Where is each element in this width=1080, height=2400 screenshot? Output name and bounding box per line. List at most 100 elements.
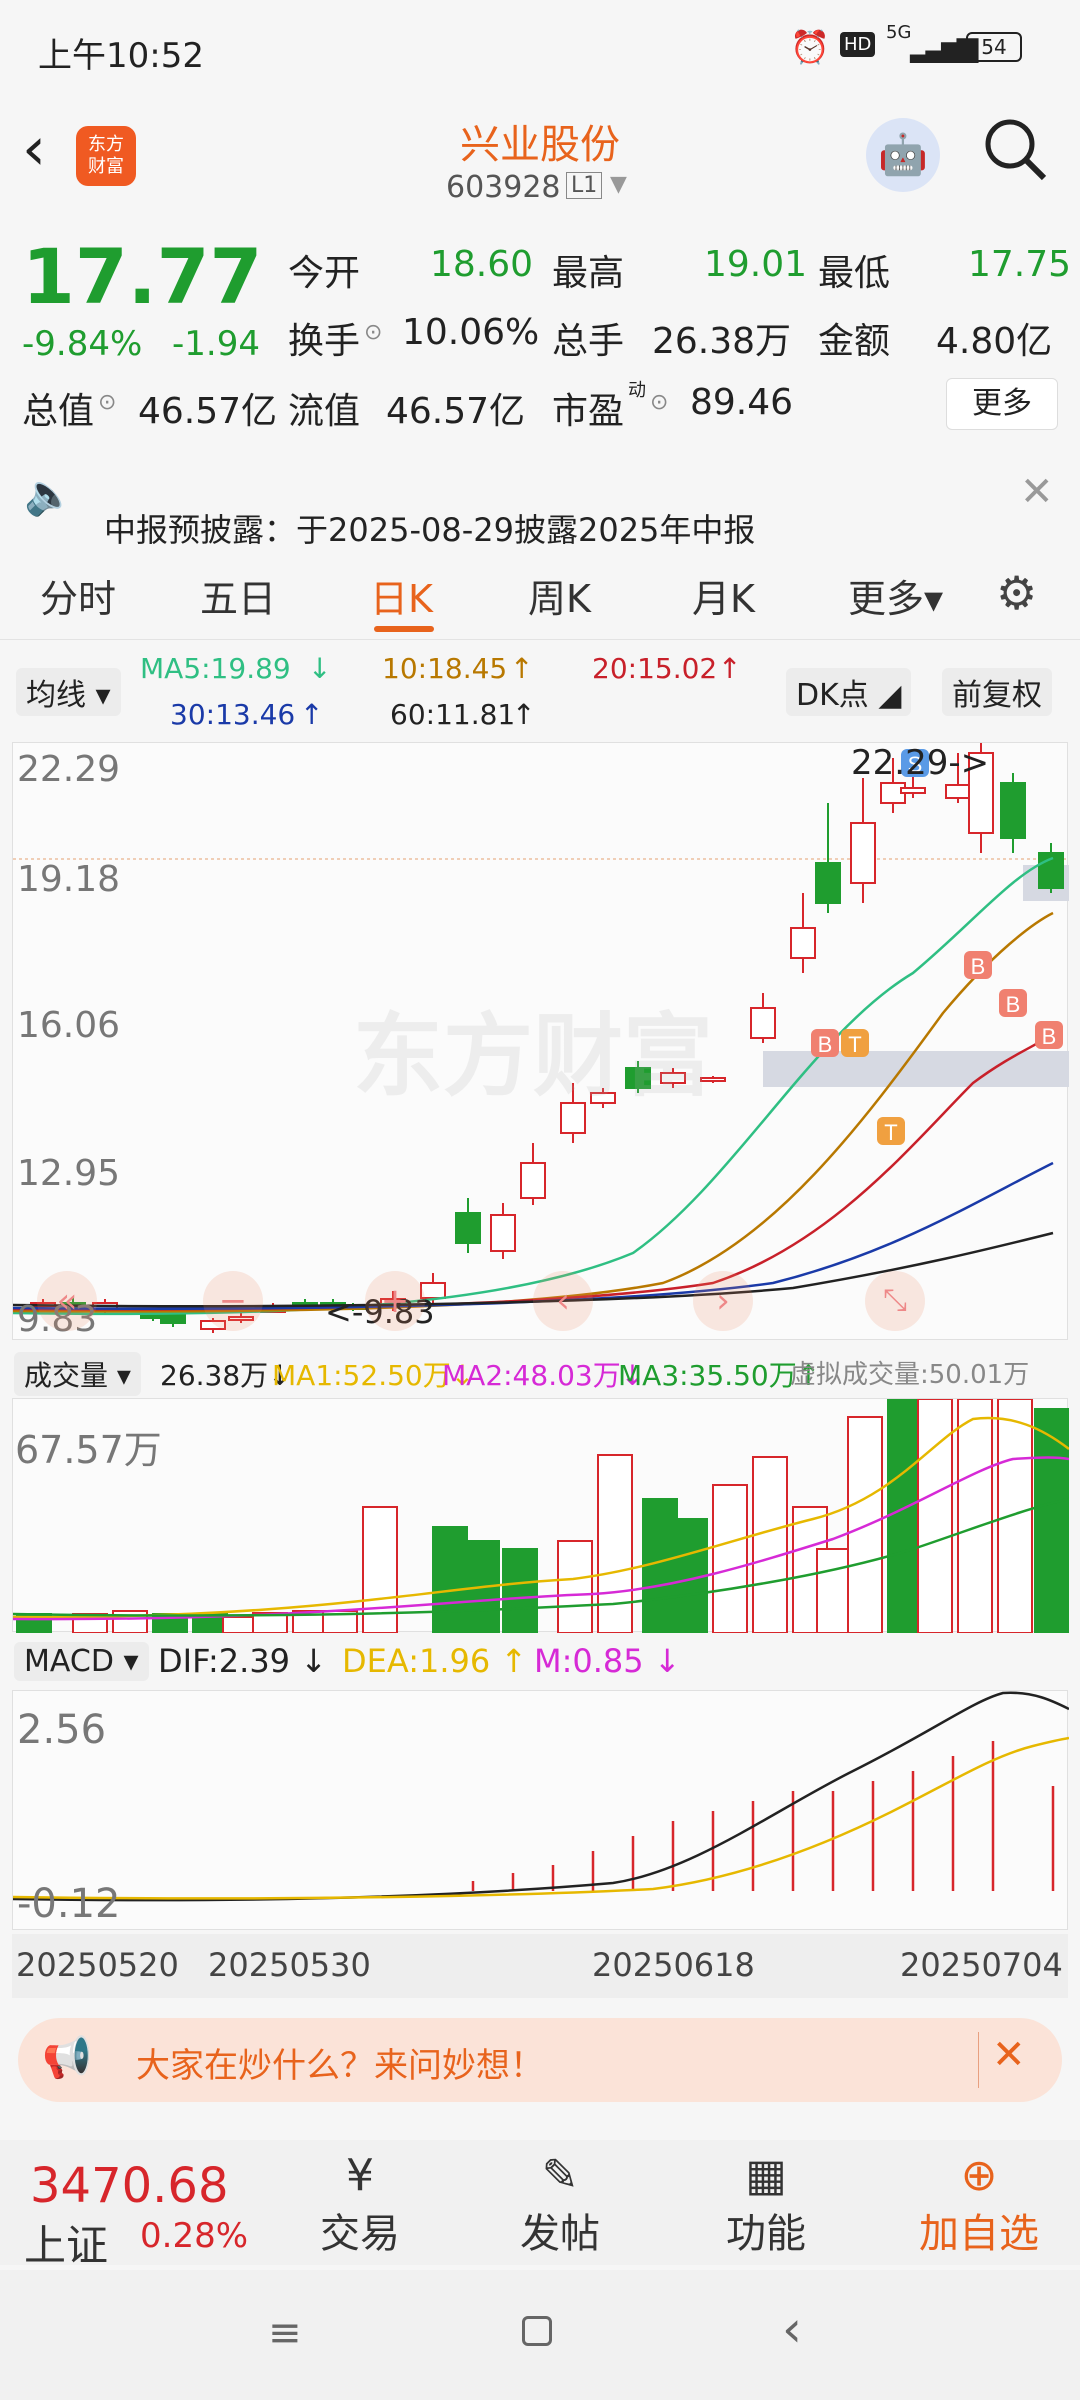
scroll-left-icon[interactable]: « xyxy=(37,1271,97,1331)
open-value: 18.60 xyxy=(430,244,534,285)
post-label: 发帖 xyxy=(520,2211,600,2257)
info-icon[interactable]: ⊙ xyxy=(364,320,382,345)
ma30-value: 30:13.46 xyxy=(170,698,296,731)
ma-selector[interactable]: 均线 ▾ xyxy=(16,668,121,716)
assistant-avatar[interactable]: 🤖 xyxy=(866,118,940,192)
y-axis-label: 19.18 xyxy=(17,859,121,900)
date-label: 20250520 xyxy=(16,1946,179,1984)
back-icon[interactable]: ‹ xyxy=(533,1271,593,1331)
app-logo: 东方 财富 xyxy=(76,126,136,186)
alarm-icon: ⏰ xyxy=(790,28,830,66)
add-watchlist-button[interactable]: ⊕ 加自选 xyxy=(894,2150,1064,2259)
low-value: 17.75 xyxy=(968,244,1072,285)
y-axis-label: 12.95 xyxy=(17,1153,121,1194)
forward-icon[interactable]: › xyxy=(693,1271,753,1331)
date-label: 20250704 xyxy=(900,1946,1063,1984)
volume-bar xyxy=(887,1399,923,1633)
function-label: 功能 xyxy=(726,2211,806,2257)
macd-chart[interactable]: 2.56 -0.12 xyxy=(12,1690,1069,1930)
level-badge[interactable]: L1 xyxy=(566,172,603,199)
add-label: 加自选 xyxy=(919,2211,1039,2257)
network-label: 5G xyxy=(886,22,912,43)
ma5-value: MA5:19.89 xyxy=(140,652,291,685)
tab-daily-k[interactable]: 日K xyxy=(370,568,433,623)
watermark: 东方财富 xyxy=(353,1004,713,1109)
signal-tag-label: T xyxy=(848,1032,861,1057)
volume-bar xyxy=(557,1540,593,1633)
ma20-arrow: ↑ xyxy=(718,652,742,685)
change-value: -1.94 xyxy=(172,324,260,364)
candle-body xyxy=(900,787,926,794)
macd-bottom-label: -0.12 xyxy=(17,1881,121,1927)
signal-tag-label: B xyxy=(818,1032,833,1057)
fullscreen-icon[interactable]: ⤡ xyxy=(865,1271,925,1331)
y-axis-label: 16.06 xyxy=(17,1005,121,1046)
kline-chart[interactable]: BTTBBBS 东方财富 22.29 19.18 16.06 12.95 9.8… xyxy=(12,742,1069,1340)
home-icon[interactable] xyxy=(522,2316,552,2346)
index-value[interactable]: 3470.68 xyxy=(30,2158,229,2214)
dea-line xyxy=(13,1736,1069,1900)
ma60-value: 60:11.81 xyxy=(390,698,516,731)
volume-bar xyxy=(712,1484,748,1633)
macd-selector[interactable]: MACD ▾ xyxy=(14,1642,149,1681)
edit-icon: ✎ xyxy=(541,2150,579,2201)
back-icon[interactable]: ‹ xyxy=(22,114,46,184)
amount-label: 金额 xyxy=(818,321,891,362)
volume-bar xyxy=(816,1548,852,1633)
candle-body xyxy=(815,862,841,904)
volume-chart[interactable]: 67.57万 xyxy=(12,1398,1069,1633)
macd-m: M:0.85 ↓ xyxy=(534,1642,681,1680)
yen-icon: ¥ xyxy=(346,2150,374,2201)
grid-icon: ▦ xyxy=(745,2150,787,2201)
zoom-out-icon[interactable]: − xyxy=(203,1271,263,1331)
ma10-arrow: ↑ xyxy=(510,652,534,685)
more-button[interactable]: 更多 xyxy=(946,378,1058,430)
volume-value: 26.38万 xyxy=(652,321,792,362)
mktcap-value: 46.57亿 xyxy=(138,391,278,432)
zoom-in-icon[interactable]: + xyxy=(365,1271,425,1331)
post-button[interactable]: ✎ 发帖 xyxy=(500,2150,620,2259)
signal-icon: ▂▃▅▆ xyxy=(910,30,978,63)
search-icon[interactable] xyxy=(980,114,1050,184)
trade-button[interactable]: ¥ 交易 xyxy=(300,2150,420,2259)
adjust-button[interactable]: 前复权 xyxy=(942,668,1052,716)
close-icon[interactable]: ✕ xyxy=(992,2032,1026,2078)
last-price: 17.77 xyxy=(22,232,263,321)
candle-body xyxy=(790,927,816,959)
float-label: 流值 xyxy=(288,391,361,432)
high-value: 19.01 xyxy=(704,244,808,285)
volume-ma2: MA2:48.03万↓ xyxy=(442,1359,645,1392)
back-icon[interactable]: ‹ xyxy=(782,2300,802,2358)
stock-title: 兴业股份 xyxy=(460,122,620,168)
candle-body xyxy=(160,1314,186,1324)
function-button[interactable]: ▦ 功能 xyxy=(706,2150,826,2259)
volume-selector[interactable]: 成交量 ▾ xyxy=(14,1352,141,1396)
chevron-down-icon[interactable]: ▼ xyxy=(610,172,627,197)
trade-label: 交易 xyxy=(320,2211,400,2257)
turnover-label: 换手 xyxy=(288,321,361,362)
tab-monthly-k[interactable]: 月K xyxy=(692,568,755,623)
notice-text: 中报预披露：于2025-08-29披露2025年中报 xyxy=(104,511,756,549)
dk-point-button[interactable]: DK点 ◢ xyxy=(786,668,912,716)
notice-bar[interactable]: 🔈 中报预披露：于2025-08-29披露2025年中报 ✕ xyxy=(0,455,1080,549)
tab-intraday[interactable]: 分时 xyxy=(40,568,116,623)
close-icon[interactable]: ✕ xyxy=(1020,469,1054,515)
stock-header: ‹ 东方 财富 兴业股份 603928 L1 ▼ 🤖 xyxy=(0,100,1080,218)
date-label: 20250618 xyxy=(592,1946,755,1984)
high-marker: 22.29-> xyxy=(851,743,990,783)
open-label: 今开 xyxy=(288,253,361,294)
info-icon[interactable]: ⊙ xyxy=(650,390,668,415)
gear-icon[interactable]: ⚙ xyxy=(996,566,1037,620)
ask-banner[interactable]: 📢 大家在炒什么？来问妙想！ ✕ xyxy=(18,2018,1062,2102)
info-icon[interactable]: ⊙ xyxy=(98,390,116,415)
signal-tag-label: B xyxy=(1006,992,1021,1017)
menu-icon[interactable]: ≡ xyxy=(268,2310,302,2356)
date-axis: 20250520 20250530 20250618 20250704 xyxy=(12,1934,1068,1998)
tab-weekly-k[interactable]: 周K xyxy=(528,568,591,623)
volume-bar xyxy=(917,1399,953,1633)
tab-five-day[interactable]: 五日 xyxy=(200,568,276,623)
candle-body xyxy=(455,1212,481,1244)
volume-bar xyxy=(957,1399,993,1633)
ma5-arrow: ↓ xyxy=(308,652,332,685)
tab-more[interactable]: 更多▾ xyxy=(848,568,943,623)
